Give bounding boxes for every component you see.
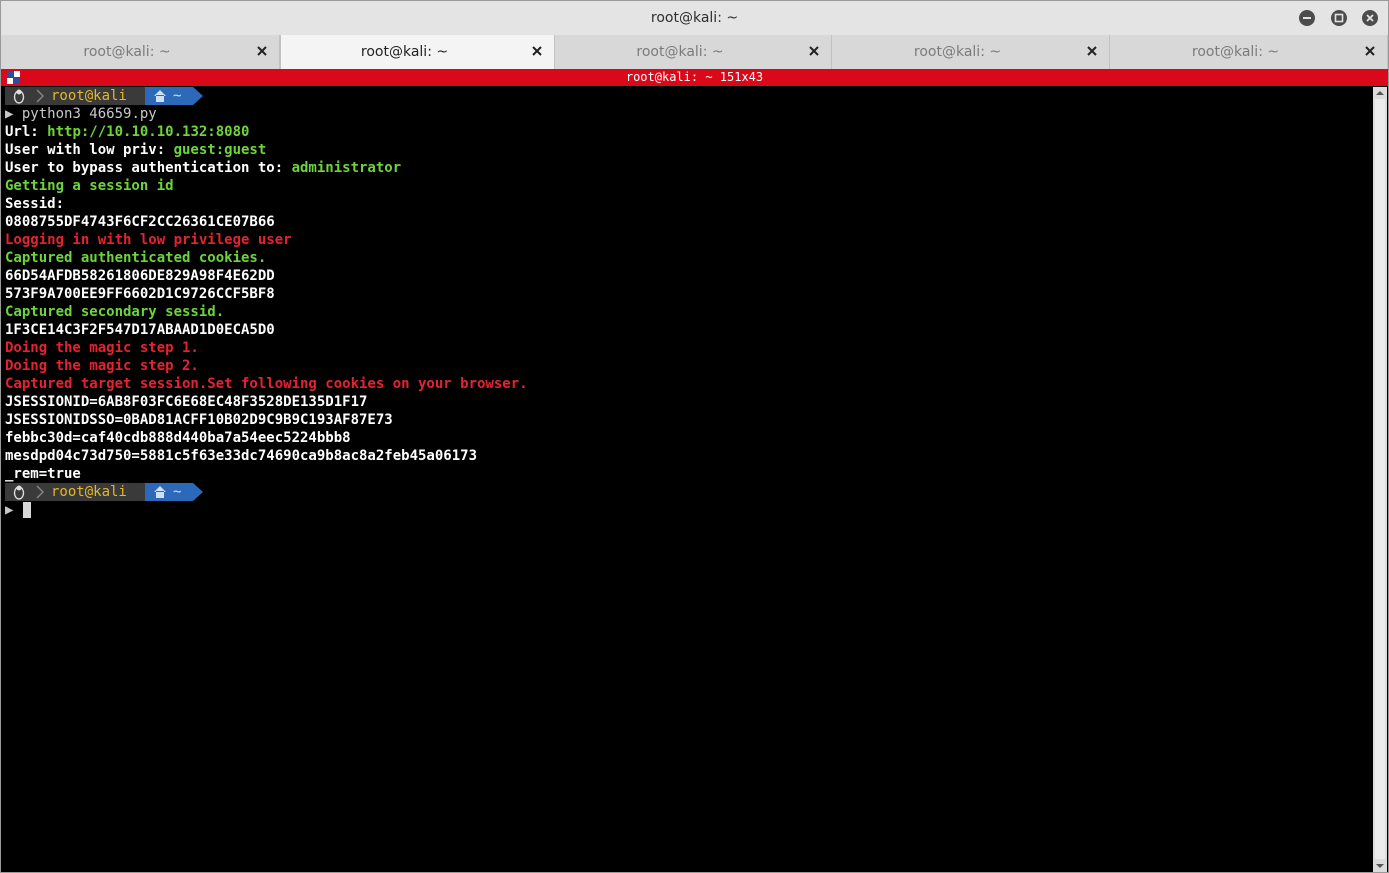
close-window-button[interactable] bbox=[1362, 10, 1378, 26]
tab-close-icon[interactable] bbox=[255, 44, 269, 58]
prompt-dir-segment: ~ bbox=[145, 483, 203, 501]
minimize-icon bbox=[1303, 17, 1311, 19]
prompt-dir: ~ bbox=[173, 88, 182, 104]
prompt: root@kali ~ bbox=[5, 483, 1369, 501]
output-line: Captured target session.Set following co… bbox=[5, 376, 528, 392]
output-line: JSESSIONID=6AB8F03FC6E68EC48F3528DE135D1… bbox=[5, 394, 368, 410]
prompt-os-segment bbox=[5, 87, 33, 105]
terminal-header: root@kali: ~ 151x43 bbox=[1, 69, 1388, 86]
tab-5[interactable]: root@kali: ~ bbox=[1110, 35, 1388, 69]
prompt-user-segment: root@kali bbox=[33, 87, 145, 105]
input-line[interactable]: ▶ bbox=[5, 501, 1369, 519]
command-line: ▶ python3 46659.py bbox=[5, 105, 1369, 123]
output-line: JSESSIONIDSSO=0BAD81ACFF10B02D9C9B9C193A… bbox=[5, 412, 393, 428]
output-line: _rem=true bbox=[5, 466, 81, 482]
output-line: 573F9A700EE9FF6602D1C9726CCF5BF8 bbox=[5, 286, 275, 302]
tab-4[interactable]: root@kali: ~ bbox=[832, 35, 1110, 69]
prompt-user: root@kali bbox=[51, 484, 127, 500]
output-value: guest:guest bbox=[173, 142, 267, 158]
output-value: administrator bbox=[291, 160, 402, 176]
output-line: Captured secondary sessid. bbox=[5, 304, 225, 320]
output-line: User to bypass authentication to: admini… bbox=[5, 159, 1369, 177]
tab-label: root@kali: ~ bbox=[360, 44, 449, 60]
maximize-button[interactable] bbox=[1331, 10, 1347, 26]
scrollbar-thumb[interactable] bbox=[1375, 99, 1385, 859]
prompt-arrow-icon bbox=[193, 87, 203, 105]
maximize-icon bbox=[1334, 13, 1344, 23]
prompt-user: root@kali bbox=[51, 88, 127, 104]
output-line: febbc30d=caf40cdb888d440ba7a54eec5224bbb… bbox=[5, 430, 351, 446]
scrollbar[interactable] bbox=[1373, 87, 1387, 872]
tab-close-icon[interactable] bbox=[1085, 44, 1099, 58]
tab-close-icon[interactable] bbox=[530, 44, 544, 58]
chevron-right-icon bbox=[36, 485, 44, 499]
output-line: Doing the magic step 2. bbox=[5, 358, 199, 374]
scroll-down-icon[interactable] bbox=[1373, 861, 1387, 871]
minimize-button[interactable] bbox=[1299, 10, 1315, 26]
home-icon bbox=[154, 90, 166, 102]
output-line: User with low priv: guest:guest bbox=[5, 141, 1369, 159]
tab-1[interactable]: root@kali: ~ bbox=[1, 35, 280, 69]
output-line: Sessid: bbox=[5, 196, 65, 212]
terminal-output[interactable]: root@kali ~ ▶ python3 46659.py Url: http… bbox=[5, 87, 1369, 871]
output-line: 0808755DF4743F6CF2CC26361CE07B66 bbox=[5, 214, 275, 230]
linux-penguin-icon bbox=[13, 89, 25, 104]
close-icon bbox=[1366, 14, 1374, 22]
text-cursor bbox=[23, 502, 32, 518]
output-line: Doing the magic step 1. bbox=[5, 340, 199, 356]
output-line: Url: http://10.10.10.132:8080 bbox=[5, 123, 1369, 141]
output-value: http://10.10.10.132:8080 bbox=[47, 124, 250, 140]
tab-2[interactable]: root@kali: ~ bbox=[280, 35, 555, 69]
tab-close-icon[interactable] bbox=[807, 44, 821, 58]
tab-label: root@kali: ~ bbox=[913, 44, 1002, 60]
home-icon bbox=[154, 486, 166, 498]
output-label: User with low priv: bbox=[5, 142, 174, 158]
output-line: 66D54AFDB58261806DE829A98F4E62DD bbox=[5, 268, 275, 284]
output-line: Captured authenticated cookies. bbox=[5, 250, 267, 266]
prompt: root@kali ~ bbox=[5, 87, 1369, 105]
tab-3[interactable]: root@kali: ~ bbox=[555, 35, 832, 69]
prompt-user-segment: root@kali bbox=[33, 483, 145, 501]
prompt-symbol: ▶ bbox=[5, 106, 14, 122]
output-line: Getting a session id bbox=[5, 178, 174, 194]
output-label: Url: bbox=[5, 124, 48, 140]
prompt-symbol: ▶ bbox=[5, 502, 14, 518]
tab-label: root@kali: ~ bbox=[1191, 44, 1280, 60]
terminal-size-title: root@kali: ~ 151x43 bbox=[625, 70, 764, 84]
tab-close-icon[interactable] bbox=[1363, 44, 1377, 58]
output-label: User to bypass authentication to: bbox=[5, 160, 292, 176]
prompt-dir-segment: ~ bbox=[145, 87, 203, 105]
output-line: mesdpd04c73d750=5881c5f63e33dc74690ca9b8… bbox=[5, 448, 478, 464]
output-line: Logging in with low privilege user bbox=[5, 232, 292, 248]
tab-bar: root@kali: ~ root@kali: ~ root@kali: ~ r… bbox=[1, 35, 1388, 70]
linux-penguin-icon bbox=[13, 485, 25, 500]
command-text: python3 46659.py bbox=[21, 106, 157, 122]
tab-label: root@kali: ~ bbox=[83, 44, 171, 60]
prompt-dir: ~ bbox=[173, 484, 182, 500]
prompt-os-segment bbox=[5, 483, 33, 501]
title-bar[interactable]: root@kali: ~ bbox=[1, 1, 1388, 35]
window-title: root@kali: ~ bbox=[650, 10, 739, 26]
tab-label: root@kali: ~ bbox=[636, 44, 724, 60]
output-line: 1F3CE14C3F2F547D17ABAAD1D0ECA5D0 bbox=[5, 322, 275, 338]
terminal-window: root@kali: ~ root@kali: ~ root@kali: ~ r… bbox=[0, 0, 1389, 873]
prompt-arrow-icon bbox=[193, 483, 203, 501]
scroll-up-icon[interactable] bbox=[1373, 88, 1387, 98]
chevron-right-icon bbox=[36, 89, 44, 103]
